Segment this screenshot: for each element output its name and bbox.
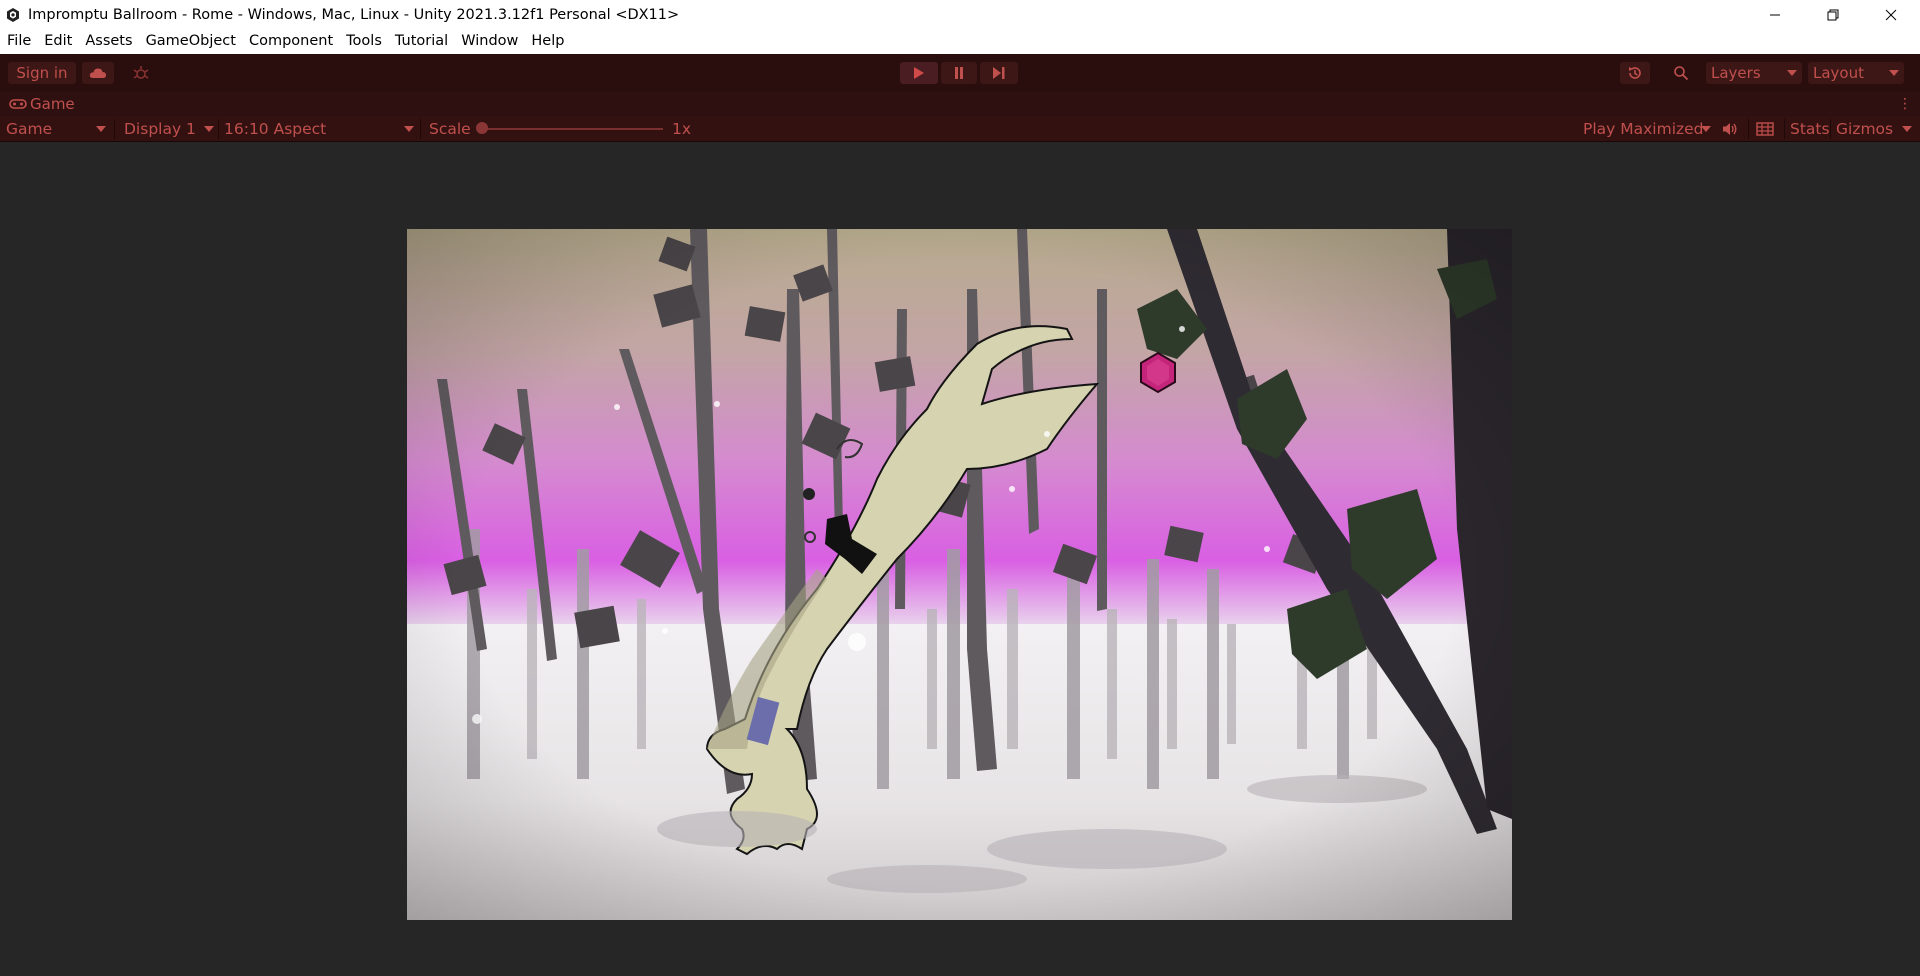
- gamepad-icon: [9, 99, 27, 109]
- play-mode-dropdown[interactable]: Play Maximized: [1583, 116, 1704, 142]
- unity-logo-icon: [4, 6, 22, 24]
- cloud-icon: [89, 68, 106, 78]
- layers-dropdown[interactable]: Layers: [1706, 62, 1802, 84]
- layout-label: Layout: [1813, 64, 1864, 82]
- chevron-down-icon: [1787, 70, 1797, 76]
- play-icon: [914, 67, 924, 79]
- minimize-icon: [1770, 14, 1780, 15]
- menu-tools[interactable]: Tools: [339, 29, 388, 54]
- menu-component[interactable]: Component: [242, 29, 339, 54]
- grid-button[interactable]: [1756, 116, 1774, 142]
- game-render[interactable]: [407, 229, 1512, 920]
- mute-audio-button[interactable]: [1722, 116, 1738, 142]
- game-scene-image: [407, 229, 1512, 920]
- menu-gameobject[interactable]: GameObject: [139, 29, 242, 54]
- separator: [1830, 119, 1831, 139]
- minimize-button[interactable]: [1746, 0, 1804, 29]
- collab-icon: [133, 66, 149, 79]
- separator: [1784, 119, 1785, 139]
- pause-icon: [955, 67, 963, 79]
- separator: [1748, 119, 1749, 139]
- sign-in-button[interactable]: Sign in: [8, 62, 76, 84]
- scale-slider-thumb[interactable]: [476, 122, 488, 134]
- cloud-button[interactable]: [82, 62, 114, 84]
- collab-button[interactable]: [126, 62, 156, 84]
- search-icon: [1674, 66, 1689, 81]
- separator: [420, 119, 421, 139]
- aspect-dropdown[interactable]: 16:10 Aspect: [224, 116, 326, 142]
- scale-label: Scale: [429, 120, 471, 138]
- separator: [218, 119, 219, 139]
- menu-edit[interactable]: Edit: [37, 29, 78, 54]
- chevron-down-icon: [1889, 70, 1899, 76]
- close-button[interactable]: [1862, 0, 1920, 29]
- view-mode-dropdown[interactable]: Game: [6, 116, 52, 142]
- menu-window[interactable]: Window: [454, 29, 524, 54]
- kebab-menu-icon[interactable]: ⋮: [1898, 95, 1912, 113]
- pause-button[interactable]: [941, 62, 977, 84]
- window-title-bar: Impromptu Ballroom - Rome - Windows, Mac…: [0, 0, 1920, 29]
- main-toolbar: Sign in Layers Layout: [0, 54, 1920, 92]
- separator: [114, 119, 115, 139]
- tab-game[interactable]: Game: [0, 92, 75, 116]
- history-icon: [1629, 67, 1641, 79]
- menu-help[interactable]: Help: [524, 29, 570, 54]
- play-button[interactable]: [900, 62, 938, 84]
- step-button[interactable]: [980, 62, 1018, 84]
- layout-dropdown[interactable]: Layout: [1808, 62, 1904, 84]
- display-dropdown[interactable]: Display 1: [124, 116, 196, 142]
- gizmos-button[interactable]: Gizmos: [1836, 116, 1893, 142]
- chevron-down-icon: [404, 126, 414, 132]
- scale-slider-track[interactable]: [483, 128, 663, 130]
- search-button[interactable]: [1666, 62, 1696, 84]
- menu-tutorial[interactable]: Tutorial: [388, 29, 454, 54]
- speaker-icon: [1723, 123, 1737, 135]
- tab-game-label: Game: [30, 95, 75, 113]
- grid-icon: [1756, 122, 1774, 136]
- step-icon: [993, 67, 1005, 79]
- stats-button[interactable]: Stats: [1790, 116, 1830, 142]
- game-options-bar: Game Display 1 16:10 Aspect Scale 1x Pla…: [0, 116, 1920, 142]
- game-tab-bar: Game ⋮: [0, 92, 1920, 116]
- chevron-down-icon: [1701, 126, 1711, 132]
- chevron-down-icon: [96, 126, 106, 132]
- chevron-down-icon: [1902, 126, 1912, 132]
- menu-assets[interactable]: Assets: [78, 29, 138, 54]
- restore-icon: [1827, 9, 1839, 20]
- menu-file[interactable]: File: [0, 29, 37, 54]
- layers-label: Layers: [1711, 64, 1761, 82]
- close-icon: [1885, 9, 1897, 20]
- chevron-down-icon: [204, 126, 214, 132]
- restore-button[interactable]: [1804, 0, 1862, 29]
- history-button[interactable]: [1620, 62, 1650, 84]
- window-title: Impromptu Ballroom - Rome - Windows, Mac…: [28, 6, 680, 23]
- scale-value: 1x: [672, 120, 692, 138]
- menu-bar: File Edit Assets GameObject Component To…: [0, 29, 1920, 54]
